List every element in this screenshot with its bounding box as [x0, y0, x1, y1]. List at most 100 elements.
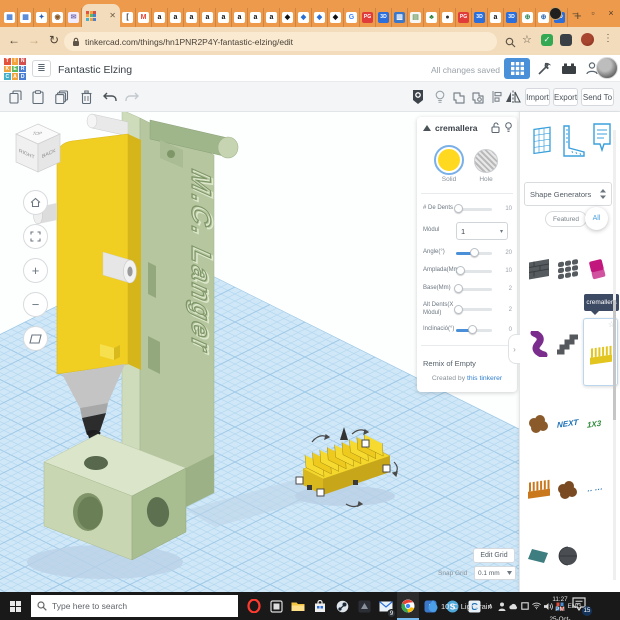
- shape-item-text-1x3[interactable]: 1X3: [583, 402, 612, 446]
- blocks-view-button[interactable]: [533, 58, 555, 79]
- hole-option[interactable]: Hole: [474, 147, 498, 183]
- window-maximize-button[interactable]: ▫: [586, 5, 600, 21]
- import-button[interactable]: Import: [525, 88, 550, 106]
- home-view-button[interactable]: [23, 190, 48, 215]
- ungroup-button[interactable]: [469, 88, 487, 106]
- drill-press-model[interactable]: M.C. Langer M.C. Langer: [34, 112, 239, 560]
- tab-amazon[interactable]: a: [168, 8, 184, 27]
- snap-grid-dropdown[interactable]: 0.1 mm: [474, 566, 516, 580]
- paste-button[interactable]: [29, 88, 47, 106]
- taskbar-search[interactable]: Type here to search: [31, 595, 238, 617]
- taskbar-clock[interactable]: 11:27 PM 25-Oct-21: [549, 595, 571, 620]
- tray-expand-icon[interactable]: ∧: [486, 592, 495, 620]
- tab-amazon[interactable]: a: [200, 8, 216, 27]
- tab-mail-purple[interactable]: ✉: [66, 8, 82, 27]
- taskbar-app-mail[interactable]: 9: [375, 592, 397, 620]
- visibility-lightbulb-icon[interactable]: [505, 122, 512, 133]
- people-tray-icon[interactable]: [498, 592, 507, 620]
- shape-category-dropdown[interactable]: Shape Generators: [524, 182, 612, 206]
- shape-item-small-text[interactable]: ·· ···: [583, 468, 612, 512]
- tab-pg-red[interactable]: PG: [360, 8, 376, 27]
- tab-amazon[interactable]: a: [184, 8, 200, 27]
- duplicate-button[interactable]: [53, 88, 71, 106]
- tab-diamond-black[interactable]: ◆: [328, 8, 344, 27]
- tab-threed-blue[interactable]: 3D: [376, 8, 392, 27]
- fit-view-button[interactable]: [23, 224, 48, 249]
- all-toggle[interactable]: All: [585, 207, 608, 230]
- slider-thumb[interactable]: [456, 266, 465, 275]
- tab-diamond-black[interactable]: ◆: [280, 8, 296, 27]
- tinkerer-link[interactable]: this tinkerer: [467, 375, 502, 382]
- taskbar-app-explorer[interactable]: [287, 592, 309, 620]
- tab-amazon[interactable]: a: [216, 8, 232, 27]
- tab-amazon[interactable]: a: [152, 8, 168, 27]
- featured-toggle[interactable]: Featured: [545, 211, 587, 227]
- tag-tool-button[interactable]: [409, 88, 427, 106]
- bookmark-star-icon[interactable]: ☆: [522, 33, 532, 46]
- param-slider[interactable]: [456, 252, 492, 255]
- tab-bracket-tab[interactable]: [: [120, 8, 136, 27]
- group-button[interactable]: [450, 88, 468, 106]
- shape-item-twisted-polygon[interactable]: [524, 322, 553, 366]
- tab-close-icon[interactable]: ✕: [109, 11, 116, 20]
- tab-docs-blue[interactable]: ▦: [2, 8, 18, 27]
- shape-item-sphere[interactable]: [553, 534, 582, 578]
- export-button[interactable]: Export: [553, 88, 578, 106]
- param-slider[interactable]: [456, 270, 492, 273]
- param-slider[interactable]: [456, 288, 492, 291]
- tab-amazon[interactable]: a: [248, 8, 264, 27]
- param-select[interactable]: 1▾: [456, 222, 508, 240]
- wifi-tray-icon[interactable]: [532, 592, 541, 620]
- taskbar-app-taskview[interactable]: [265, 592, 287, 620]
- tab-dark-circle[interactable]: ●: [440, 8, 456, 27]
- mirror-button[interactable]: [504, 88, 522, 106]
- taskbar-app-opera[interactable]: [243, 592, 265, 620]
- tab-app-blue2[interactable]: ▥: [392, 8, 408, 27]
- send-to-button[interactable]: Send To: [581, 88, 614, 106]
- tab-amazon[interactable]: a: [264, 8, 280, 27]
- user-avatar[interactable]: [596, 57, 618, 79]
- shape-item-bent-sheet[interactable]: [583, 248, 612, 292]
- tinkercad-logo[interactable]: TINKERCAD: [4, 58, 26, 80]
- hide-lightbulb-button[interactable]: [431, 88, 449, 106]
- shape-item-shingles[interactable]: [553, 248, 582, 292]
- tab-doc-white[interactable]: ▤: [408, 8, 424, 27]
- tab-amazon[interactable]: a: [232, 8, 248, 27]
- browser-menu-icon[interactable]: ⋮: [603, 33, 613, 44]
- active-tab-tinkercad-tab[interactable]: ✕: [82, 4, 120, 27]
- slider-thumb[interactable]: [454, 284, 463, 293]
- tab-threed-blue[interactable]: 3D: [504, 8, 520, 27]
- hole-swatch[interactable]: [474, 149, 498, 173]
- panel-scrollbar-thumb[interactable]: [613, 300, 616, 420]
- copy-button[interactable]: [6, 88, 24, 106]
- back-button[interactable]: ←: [6, 33, 22, 47]
- delete-button[interactable]: [77, 88, 95, 106]
- shape-item-flat-sheet[interactable]: [524, 534, 553, 578]
- slider-thumb[interactable]: [470, 248, 479, 257]
- view-cube[interactable]: TOP RIGHT BACK: [16, 124, 60, 172]
- slider-thumb[interactable]: [454, 204, 463, 213]
- taskbar-app-darkgame[interactable]: [353, 592, 375, 620]
- window-minimize-button[interactable]: –: [568, 5, 582, 21]
- tab-tree-green[interactable]: ♣: [424, 8, 440, 27]
- zoom-page-icon[interactable]: [505, 35, 516, 53]
- unlock-icon[interactable]: [491, 122, 500, 133]
- tab-globe[interactable]: ⊕: [520, 8, 536, 27]
- taskbar-app-store[interactable]: [309, 592, 331, 620]
- shape-item-gear-lump[interactable]: [553, 468, 582, 512]
- bricks-view-button[interactable]: [558, 58, 580, 79]
- solid-option[interactable]: Solid: [436, 147, 462, 183]
- address-bar[interactable]: tinkercad.com/things/hn1PNR2P4Y-fantasti…: [64, 32, 497, 51]
- tab-docs-blue[interactable]: ▦: [18, 8, 34, 27]
- forward-button[interactable]: →: [26, 33, 42, 47]
- zoom-in-button[interactable]: +: [23, 258, 48, 283]
- tab-app-blue[interactable]: ✦: [34, 8, 50, 27]
- panel-collapse-handle[interactable]: ›: [508, 334, 520, 364]
- reload-button[interactable]: ↻: [46, 33, 62, 47]
- shape-item-zigzag-steps[interactable]: [553, 322, 582, 366]
- workplane-tool-button[interactable]: [530, 120, 554, 165]
- redo-button[interactable]: [122, 88, 140, 106]
- param-slider[interactable]: [456, 308, 492, 311]
- param-slider[interactable]: [456, 208, 492, 211]
- slider-thumb[interactable]: [468, 325, 477, 334]
